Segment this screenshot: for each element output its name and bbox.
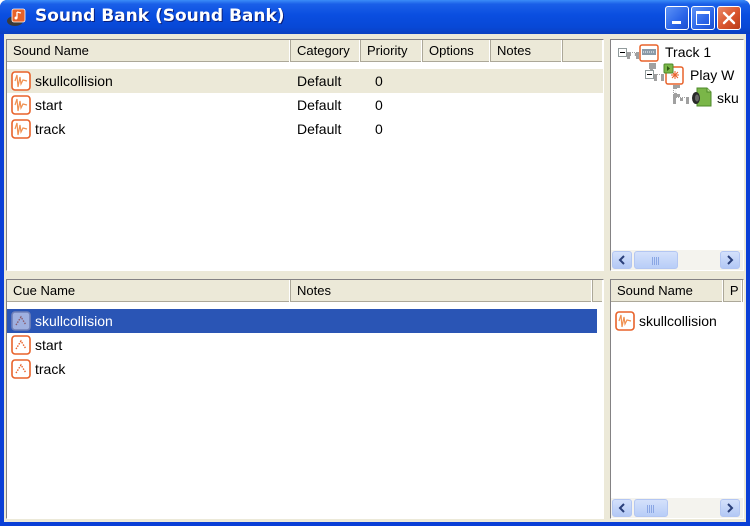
title-bar[interactable]: Sound Bank (Sound Bank) [0, 0, 750, 34]
sound-row[interactable]: track Default 0 [7, 117, 603, 141]
grip-line [651, 505, 652, 513]
grip-line [658, 257, 659, 265]
cue-name: track [35, 361, 66, 377]
cues-header: Cue Name Notes [7, 280, 603, 302]
column-header-options[interactable]: Options [423, 40, 491, 62]
scroll-left-button[interactable] [612, 251, 632, 269]
chevron-right-icon [727, 255, 734, 265]
client-area: Sound Name Category Priority Options Not… [4, 34, 746, 522]
sound-name: track [35, 121, 66, 137]
column-header-priority[interactable]: Priority [361, 40, 423, 62]
grip-line [647, 505, 648, 513]
grip-line [654, 257, 655, 265]
chevron-left-icon [618, 503, 625, 513]
sound-wave-icon [11, 95, 31, 115]
tree-node-wave[interactable]: sku [717, 90, 739, 106]
tree-connector [649, 63, 653, 69]
cue-sound-row[interactable]: skullcollision [611, 309, 743, 333]
sound-category: Default [297, 121, 342, 137]
cue-row[interactable]: skullcollision [7, 309, 597, 333]
cues-list[interactable]: Cue Name Notes skullcollision start trac… [6, 279, 604, 519]
column-header-category[interactable]: Category [291, 40, 361, 62]
sounds-header: Sound Name Category Priority Options Not… [7, 40, 603, 62]
sound-category: Default [297, 97, 342, 113]
chevron-right-icon [727, 503, 734, 513]
sound-priority: 0 [375, 97, 383, 113]
sound-wave-icon [11, 71, 31, 91]
column-header-notes[interactable]: Notes [491, 40, 563, 62]
sound-row[interactable]: skullcollision Default 0 [7, 69, 603, 93]
play-wave-event-icon [663, 63, 684, 85]
scroll-right-button[interactable] [720, 251, 740, 269]
column-header-filler [563, 40, 603, 62]
sound-wave-icon [615, 311, 635, 331]
scroll-thumb[interactable] [634, 251, 678, 269]
scroll-left-button[interactable] [612, 499, 632, 517]
sound-category: Default [297, 73, 342, 89]
cue-sounds-horizontal-scrollbar[interactable] [611, 498, 743, 518]
cue-icon [11, 311, 31, 331]
tree-node-track[interactable]: Track 1 [665, 44, 711, 60]
sound-bank-window: Sound Bank (Sound Bank) Sound Name Categ… [0, 0, 750, 526]
minimize-icon [672, 21, 681, 24]
cue-name: skullcollision [35, 313, 113, 329]
track-tree[interactable]: Track 1 Play W sku [610, 39, 744, 271]
grip-line [653, 505, 654, 513]
sound-row[interactable]: start Default 0 [7, 93, 603, 117]
close-icon [722, 11, 736, 25]
column-header-cue-name[interactable]: Cue Name [7, 280, 291, 302]
scroll-right-button[interactable] [720, 499, 740, 517]
sound-bank-icon [7, 8, 26, 26]
window-title: Sound Bank (Sound Bank) [35, 6, 285, 26]
wave-file-icon [692, 87, 712, 107]
sounds-list[interactable]: Sound Name Category Priority Options Not… [6, 39, 604, 271]
cue-icon [11, 359, 31, 379]
close-button[interactable] [717, 6, 741, 30]
column-header-notes[interactable]: Notes [291, 280, 593, 302]
tree-horizontal-scrollbar[interactable] [611, 250, 743, 270]
cue-sounds-header: Sound Name P [611, 280, 743, 302]
sound-priority: 0 [375, 73, 383, 89]
cue-sound-name: skullcollision [639, 313, 717, 329]
sound-wave-icon [11, 119, 31, 139]
collapse-track-toggle[interactable] [618, 48, 627, 57]
track-icon [639, 44, 659, 62]
grip-line [656, 257, 657, 265]
sound-name: start [35, 97, 63, 113]
grip-line [649, 505, 650, 513]
cue-sounds-list[interactable]: Sound Name P skullcollision [610, 279, 744, 519]
collapse-event-toggle[interactable] [645, 70, 654, 79]
minimize-button[interactable] [665, 6, 689, 30]
column-header-sound-name[interactable]: Sound Name [7, 40, 291, 62]
cue-name: start [35, 337, 63, 353]
cue-row[interactable]: track [7, 357, 597, 381]
tree-connector [673, 97, 689, 101]
maximize-button[interactable] [691, 6, 715, 30]
cue-icon [11, 335, 31, 355]
column-header-filler [593, 280, 603, 302]
column-header-sound-name[interactable]: Sound Name [611, 280, 724, 302]
tree-node-event[interactable]: Play W [690, 67, 734, 83]
column-header-second[interactable]: P [724, 280, 743, 302]
tree-connector [627, 52, 639, 56]
grip-line [652, 257, 653, 265]
chevron-left-icon [618, 255, 625, 265]
maximize-icon [696, 11, 710, 25]
sound-priority: 0 [375, 121, 383, 137]
cue-row[interactable]: start [7, 333, 597, 357]
tree-connector [673, 85, 677, 97]
sound-name: skullcollision [35, 73, 113, 89]
horizontal-splitter[interactable] [6, 271, 744, 279]
scroll-thumb[interactable] [634, 499, 668, 517]
